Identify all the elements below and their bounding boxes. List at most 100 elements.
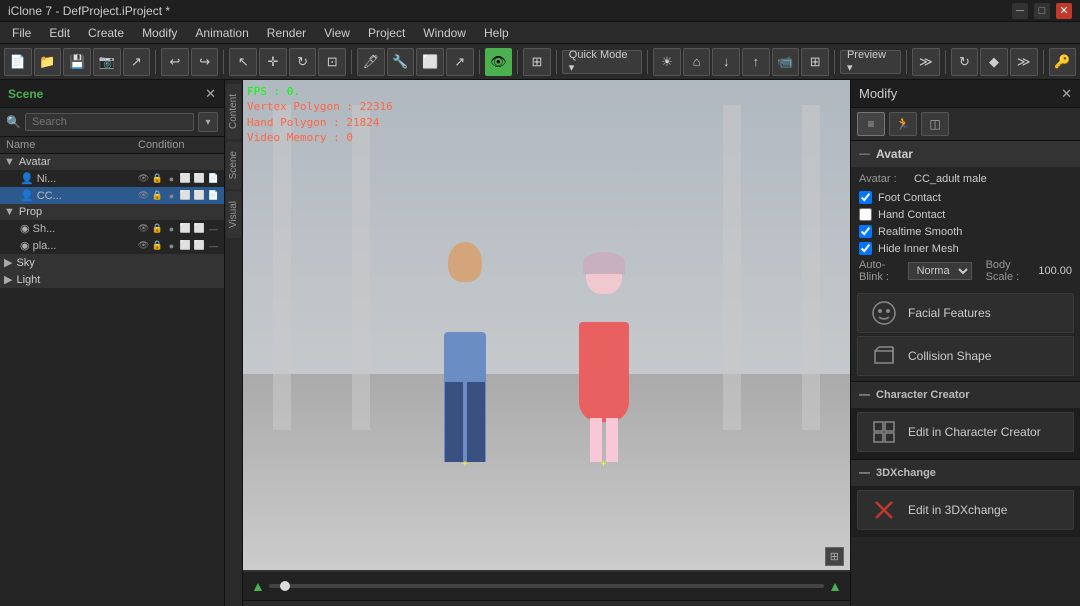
move-button[interactable]: ✛ xyxy=(259,48,287,76)
menu-help[interactable]: Help xyxy=(476,24,517,42)
frame-button[interactable]: ⊞ xyxy=(523,48,551,76)
timeline-slider[interactable] xyxy=(269,584,824,588)
export-button[interactable]: ↗ xyxy=(123,48,151,76)
avatar-group[interactable]: ▼ Avatar xyxy=(0,154,224,170)
eraser-button[interactable]: ⬜ xyxy=(416,48,444,76)
camera-button[interactable]: 📹 xyxy=(772,48,800,76)
hide-inner-mesh-checkbox[interactable] xyxy=(859,242,872,255)
home-button[interactable]: ⌂ xyxy=(683,48,711,76)
realtime-smooth-label[interactable]: Realtime Smooth xyxy=(878,226,962,238)
hand-contact-checkbox[interactable] xyxy=(859,208,872,221)
menu-modify[interactable]: Modify xyxy=(134,24,185,42)
search-dropdown[interactable]: ▾ xyxy=(198,112,218,132)
timeline-handle[interactable] xyxy=(280,581,290,591)
screenshot-button[interactable]: 📷 xyxy=(93,48,121,76)
scene-close-icon[interactable]: ✕ xyxy=(205,86,216,102)
maximize-button[interactable]: □ xyxy=(1034,3,1050,19)
grid-button[interactable]: ⊞ xyxy=(801,48,829,76)
modify-close-icon[interactable]: ✕ xyxy=(1061,86,1072,102)
more2-button[interactable]: ≫ xyxy=(1010,48,1038,76)
keyframe-button[interactable]: ◆ xyxy=(980,48,1008,76)
dot-icon-4[interactable]: ● xyxy=(165,239,178,252)
menu-create[interactable]: Create xyxy=(80,24,132,42)
brush-button[interactable]: 🔧 xyxy=(387,48,415,76)
sun-button[interactable]: ☀ xyxy=(653,48,681,76)
hide-inner-mesh-label[interactable]: Hide Inner Mesh xyxy=(878,243,959,255)
minimize-button[interactable]: ─ xyxy=(1012,3,1028,19)
tree-item-pla[interactable]: ◉ pla... 👁 🔒 ● ⬜ ⬜ — xyxy=(0,237,224,254)
minus-icon-1[interactable]: — xyxy=(207,222,220,235)
down-button[interactable]: ↓ xyxy=(712,48,740,76)
edit-threedx-button[interactable]: Edit in 3DXchange xyxy=(857,490,1074,530)
vis-icon-2[interactable]: ⬜ xyxy=(179,189,192,202)
eye-icon-4[interactable]: 👁 xyxy=(137,239,150,252)
dot-icon-3[interactable]: ● xyxy=(165,222,178,235)
collision-shape-button[interactable]: Collision Shape xyxy=(857,336,1074,376)
character-creator-header[interactable]: — Character Creator xyxy=(851,382,1080,408)
dot-icon-1[interactable]: ● xyxy=(165,172,178,185)
content-tab[interactable]: Content xyxy=(226,84,241,139)
menu-window[interactable]: Window xyxy=(415,24,474,42)
eye-icon-3[interactable]: 👁 xyxy=(137,222,150,235)
facial-features-button[interactable]: Facial Features xyxy=(857,293,1074,333)
box-icon-3[interactable]: ⬜ xyxy=(193,222,206,235)
scene-tab[interactable]: Scene xyxy=(226,141,241,189)
undo-button[interactable]: ↩ xyxy=(161,48,189,76)
visual-tab[interactable]: Visual xyxy=(226,191,241,238)
viewport-overlay-icon[interactable]: ⊞ xyxy=(825,547,844,566)
vis-icon-3[interactable]: ⬜ xyxy=(179,222,192,235)
dot-icon-2[interactable]: ● xyxy=(165,189,178,202)
lock-icon-4[interactable]: 🔒 xyxy=(151,239,164,252)
preview-dropdown[interactable]: Preview ▾ xyxy=(840,50,901,74)
select-button[interactable]: ↖ xyxy=(229,48,257,76)
vis-icon-1[interactable]: ⬜ xyxy=(179,172,192,185)
tree-item-ni[interactable]: 👤 Ni... 👁 🔒 ● ⬜ ⬜ 📄 xyxy=(0,170,224,187)
modify-tab-settings[interactable]: ≡ xyxy=(857,112,885,136)
tree-item-sh[interactable]: ◉ Sh... 👁 🔒 ● ⬜ ⬜ — xyxy=(0,220,224,237)
box-icon-4[interactable]: ⬜ xyxy=(193,239,206,252)
vis-icon-4[interactable]: ⬜ xyxy=(179,239,192,252)
up-button[interactable]: ↑ xyxy=(742,48,770,76)
redo-button[interactable]: ↪ xyxy=(191,48,219,76)
threedx-header[interactable]: — 3DXchange xyxy=(851,460,1080,486)
lock-icon-1[interactable]: 🔒 xyxy=(151,172,164,185)
new-button[interactable]: 📄 xyxy=(4,48,32,76)
close-button[interactable]: ✕ xyxy=(1056,3,1072,19)
box-icon-1[interactable]: ⬜ xyxy=(193,172,206,185)
open-button[interactable]: 📁 xyxy=(34,48,62,76)
path-button[interactable]: ↗ xyxy=(446,48,474,76)
tool-button[interactable]: 🔑 xyxy=(1049,48,1077,76)
lock-icon-2[interactable]: 🔒 xyxy=(151,189,164,202)
edit-character-creator-button[interactable]: Edit in Character Creator xyxy=(857,412,1074,452)
save-button[interactable]: 💾 xyxy=(63,48,91,76)
eye-icon-1[interactable]: 👁 xyxy=(137,172,150,185)
box-icon-2[interactable]: ⬜ xyxy=(193,189,206,202)
menu-project[interactable]: Project xyxy=(360,24,413,42)
modify-tab-motion[interactable]: 🏃 xyxy=(889,112,917,136)
modify-tab-texture[interactable]: ◫ xyxy=(921,112,949,136)
hand-contact-label[interactable]: Hand Contact xyxy=(878,209,945,221)
paint-button[interactable]: 🖊 xyxy=(357,48,385,76)
autoblink-select[interactable]: Norma xyxy=(908,262,972,280)
rotate-button[interactable]: ↻ xyxy=(289,48,317,76)
prop-group[interactable]: ▼ Prop xyxy=(0,204,224,220)
doc-icon-2[interactable]: 📄 xyxy=(207,189,220,202)
viewport[interactable]: + + FPS : 0. Vertex Polygon : 22316 xyxy=(243,80,850,606)
sky-group[interactable]: ▶ Sky xyxy=(0,254,224,271)
menu-render[interactable]: Render xyxy=(259,24,314,42)
menu-file[interactable]: File xyxy=(4,24,39,42)
motion-button[interactable]: ↻ xyxy=(951,48,979,76)
foot-contact-checkbox[interactable] xyxy=(859,191,872,204)
quickmode-dropdown[interactable]: Quick Mode ▾ xyxy=(562,50,642,74)
more-button[interactable]: ≫ xyxy=(912,48,940,76)
search-input[interactable] xyxy=(25,113,194,131)
menu-animation[interactable]: Animation xyxy=(187,24,256,42)
view-toggle[interactable]: 👁 xyxy=(485,48,513,76)
foot-contact-label[interactable]: Foot Contact xyxy=(878,192,941,204)
eye-icon-2[interactable]: 👁 xyxy=(137,189,150,202)
doc-icon-1[interactable]: 📄 xyxy=(207,172,220,185)
minus-icon-2[interactable]: — xyxy=(207,239,220,252)
avatar-section-header[interactable]: — Avatar xyxy=(851,141,1080,167)
light-group[interactable]: ▶ Light xyxy=(0,271,224,288)
tree-item-cc[interactable]: 👤 CC... 👁 🔒 ● ⬜ ⬜ 📄 xyxy=(0,187,224,204)
